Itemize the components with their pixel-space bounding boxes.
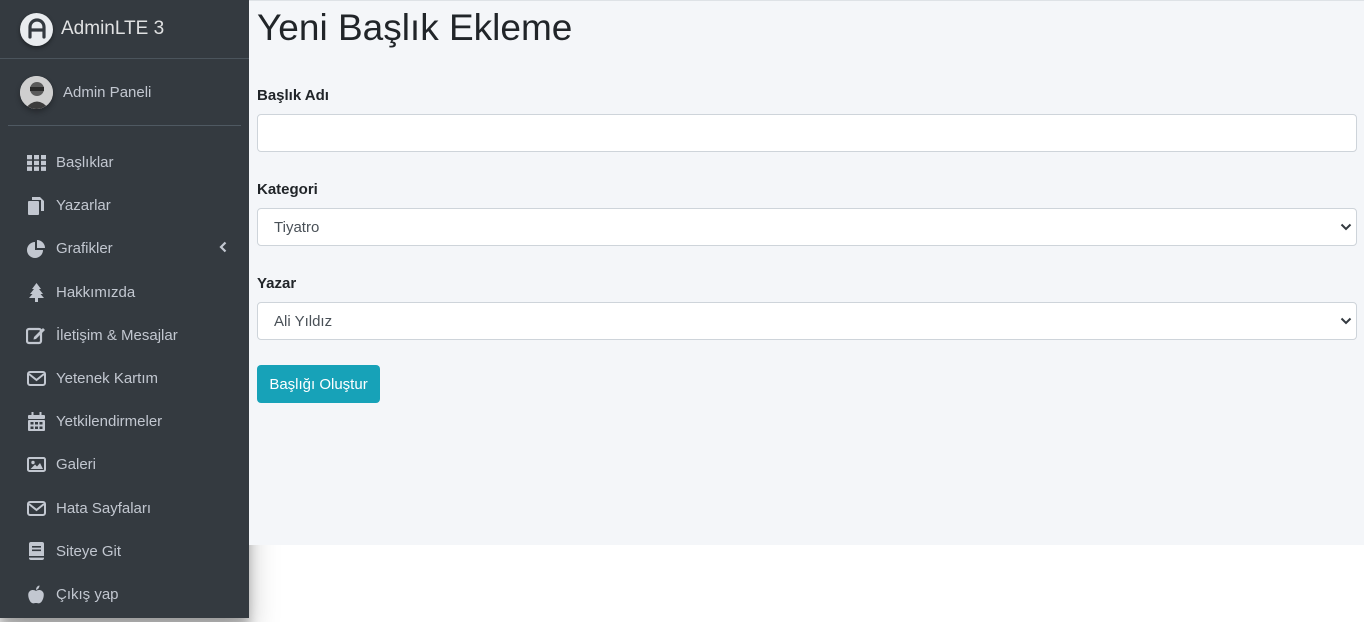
copy-icon [26, 196, 46, 216]
title-input[interactable] [257, 114, 1357, 152]
sidebar-item-yetenek-kartim[interactable]: Yetenek Kartım [0, 357, 249, 400]
category-label: Kategori [257, 181, 318, 198]
envelope-icon [26, 369, 46, 389]
page-title: Yeni Başlık Ekleme [257, 7, 573, 48]
sidebar-item-label: Yetenek Kartım [56, 370, 159, 388]
tree-icon [26, 282, 46, 302]
sidebar-item-label: Çıkış yap [56, 585, 119, 603]
category-select[interactable]: Tiyatro [257, 208, 1357, 246]
sidebar-item-iletisim[interactable]: İletişim & Mesajlar [0, 314, 249, 357]
sidebar-item-label: Yetkilendirmeler [56, 413, 163, 431]
image-icon [26, 455, 46, 475]
sidebar-item-yazarlar[interactable]: Yazarlar [0, 184, 249, 227]
sidebar-item-cikis-yap[interactable]: Çıkış yap [0, 573, 249, 616]
grid-icon [26, 153, 46, 173]
sidebar-item-galeri[interactable]: Galeri [0, 443, 249, 486]
author-selected-value: Ali Yıldız [274, 312, 333, 330]
adminlte-logo-icon [20, 12, 53, 46]
sidebar-item-label: Başlıklar [56, 154, 114, 172]
chevron-left-icon [219, 240, 227, 258]
user-avatar [20, 75, 53, 109]
sidebar-item-siteye-git[interactable]: Siteye Git [0, 530, 249, 573]
author-label: Yazar [257, 275, 297, 292]
sidebar-item-basliklar[interactable]: Başlıklar [0, 141, 249, 184]
title-label: Başlık Adı [257, 87, 329, 104]
apple-icon [26, 584, 46, 604]
brand-title: AdminLTE 3 [61, 18, 165, 39]
sidebar-item-label: Hata Sayfaları [56, 499, 152, 517]
user-name: Admin Paneli [63, 83, 152, 101]
sidebar-item-yetkilendirmeler[interactable]: Yetkilendirmeler [0, 400, 249, 443]
envelope-icon [26, 498, 46, 518]
sidebar-item-label: Yazarlar [56, 197, 111, 215]
chevron-down-icon [1340, 312, 1352, 330]
sidebar-item-label: Galeri [56, 456, 97, 474]
pie-chart-icon [26, 239, 46, 259]
category-selected-value: Tiyatro [274, 218, 320, 236]
book-icon [26, 541, 46, 561]
sidebar-item-grafikler[interactable]: Grafikler [0, 227, 249, 270]
main-sidebar: AdminLTE 3 Admin Paneli Başlıklar Yazarl… [0, 0, 249, 618]
edit-icon [26, 325, 46, 345]
sidebar-menu: Başlıklar Yazarlar Grafikler Hakkımızda … [0, 126, 249, 616]
sidebar-item-hata-sayfalari[interactable]: Hata Sayfaları [0, 487, 249, 530]
user-panel[interactable]: Admin Paneli [8, 59, 241, 126]
author-select[interactable]: Ali Yıldız [257, 302, 1357, 340]
sidebar-item-hakkimizda[interactable]: Hakkımızda [0, 271, 249, 314]
chevron-down-icon [1340, 218, 1352, 236]
sidebar-item-label: Siteye Git [56, 542, 122, 560]
calendar-icon [26, 412, 46, 432]
content-wrapper: Yeni Başlık Ekleme Başlık Adı Kategori T… [249, 0, 1364, 545]
sidebar-item-label: İletişim & Mesajlar [56, 326, 178, 344]
sidebar-item-label: Grafikler [56, 240, 113, 258]
create-title-button[interactable]: Başlığı Oluştur [257, 365, 380, 403]
brand-link[interactable]: AdminLTE 3 [0, 0, 249, 59]
sidebar-item-label: Hakkımızda [56, 283, 136, 301]
